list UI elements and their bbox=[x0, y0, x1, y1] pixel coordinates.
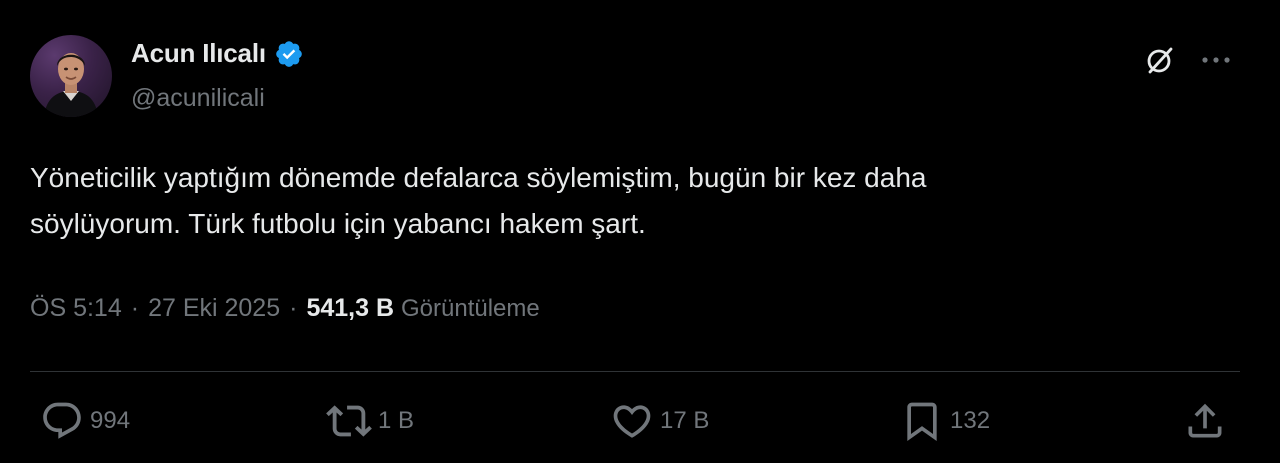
meta-separator: · bbox=[130, 294, 140, 322]
reply-button[interactable]: 994 bbox=[40, 398, 130, 444]
share-button[interactable] bbox=[1183, 398, 1227, 444]
share-icon bbox=[1188, 403, 1222, 438]
like-button[interactable]: 17 B bbox=[610, 398, 709, 444]
heart-icon bbox=[613, 405, 651, 438]
tweet-time[interactable]: ÖS 5:14 bbox=[30, 294, 122, 323]
grok-icon bbox=[1147, 47, 1173, 74]
user-handle[interactable]: @acunilicali bbox=[131, 84, 265, 113]
user-name-row: Acun Ilıcalı bbox=[131, 38, 304, 69]
repost-icon bbox=[326, 405, 372, 437]
more-icon bbox=[1202, 57, 1230, 63]
views-label: Görüntüleme bbox=[401, 295, 540, 322]
bookmark-count: 132 bbox=[950, 407, 991, 434]
display-name[interactable]: Acun Ilıcalı bbox=[131, 38, 266, 69]
tweet-card: Acun Ilıcalı @acunilicali Yöneticilik ya… bbox=[0, 0, 1280, 463]
more-options-button[interactable] bbox=[1196, 40, 1236, 80]
reply-icon bbox=[43, 402, 81, 439]
tweet-date[interactable]: 27 Eki 2025 bbox=[148, 294, 280, 323]
meta-separator: · bbox=[289, 294, 298, 322]
bookmark-icon bbox=[907, 402, 937, 442]
tweet-metadata: ÖS 5:14 · 27 Eki 2025 · 541,3 B Görüntül… bbox=[30, 294, 540, 323]
tweet-text-line: söylüyorum. Türk futbolu için yabancı ha… bbox=[30, 208, 646, 239]
reply-count: 994 bbox=[90, 407, 131, 434]
views-count[interactable]: 541,3 B bbox=[306, 294, 394, 323]
divider bbox=[30, 371, 1240, 372]
bookmark-button[interactable]: 132 bbox=[900, 398, 990, 444]
avatar-image bbox=[44, 53, 98, 117]
repost-count: 1 B bbox=[378, 407, 415, 434]
like-count: 17 B bbox=[660, 407, 710, 434]
verified-badge-icon[interactable] bbox=[274, 39, 304, 69]
avatar[interactable] bbox=[30, 35, 112, 117]
tweet-text: Yöneticilik yaptığım dönemde defalarca s… bbox=[30, 155, 1245, 247]
repost-button[interactable]: 1 B bbox=[326, 398, 414, 444]
grok-button[interactable] bbox=[1140, 40, 1180, 80]
tweet-text-line: Yöneticilik yaptığım dönemde defalarca s… bbox=[30, 162, 927, 193]
